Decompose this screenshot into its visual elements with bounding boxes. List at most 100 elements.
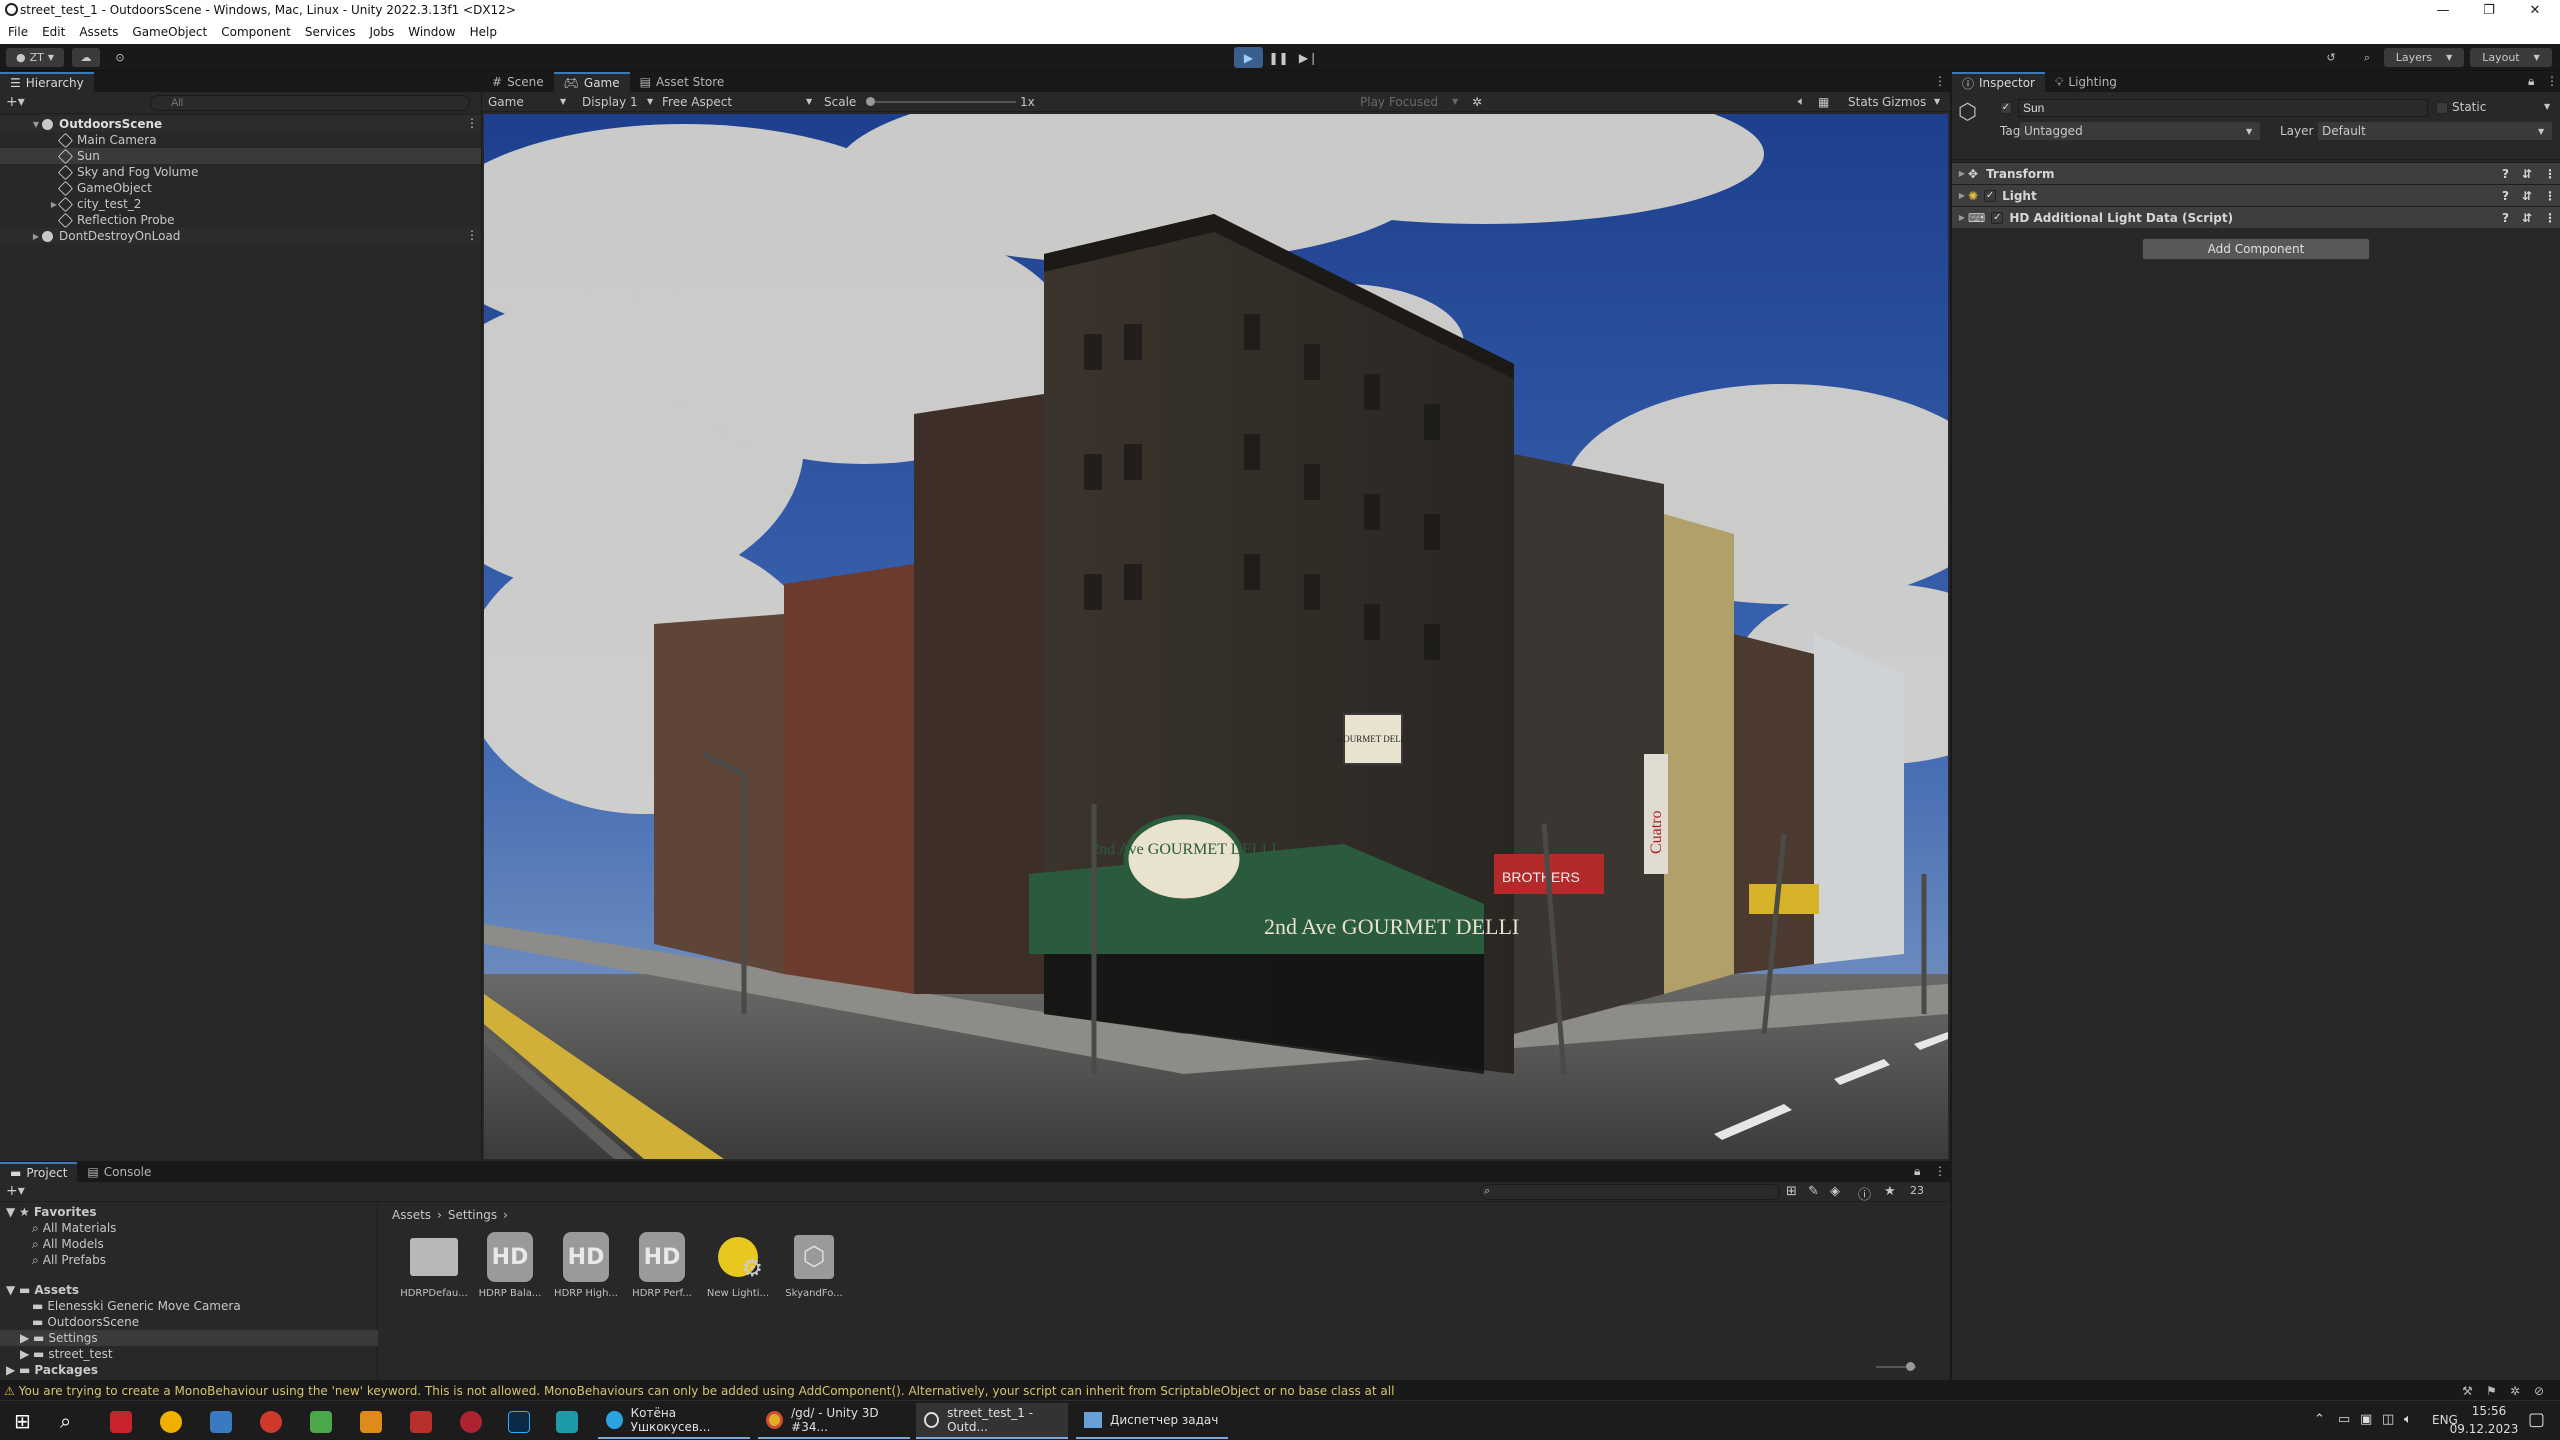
menu-help[interactable]: Help bbox=[470, 25, 497, 39]
aimp-icon[interactable] bbox=[160, 1411, 182, 1433]
icon-size-handle[interactable] bbox=[1906, 1362, 1915, 1371]
tray-network-icon[interactable]: ▭ bbox=[2338, 1412, 2350, 1427]
restore-icon[interactable]: ❐ bbox=[2466, 0, 2512, 20]
tree-all-models[interactable]: ⌕ All Models bbox=[32, 1236, 104, 1252]
vlc-icon[interactable] bbox=[360, 1411, 382, 1433]
app-s-icon[interactable] bbox=[260, 1411, 282, 1433]
script-enabled-checkbox[interactable]: ✓ bbox=[1991, 211, 2004, 224]
hierarchy-item-sun[interactable]: Sun bbox=[0, 148, 481, 164]
help-icon[interactable]: ? bbox=[2502, 211, 2509, 225]
expand-arrow-icon[interactable]: ▶ bbox=[1956, 169, 1968, 178]
more-icon[interactable]: ⋮ bbox=[2546, 74, 2558, 88]
active-checkbox[interactable]: ✓ bbox=[2000, 102, 2012, 114]
tree-assets[interactable]: ▼ ▬ Assets bbox=[6, 1282, 79, 1298]
search-icon[interactable]: ⌕ bbox=[60, 1409, 71, 1433]
expand-arrow-icon[interactable]: ▶ bbox=[1956, 213, 1968, 222]
play-mode-dropdown[interactable]: Play Focused bbox=[1360, 95, 1438, 109]
view-mode-dropdown[interactable]: Game bbox=[488, 95, 524, 109]
light-enabled-checkbox[interactable]: ✓ bbox=[1984, 189, 1997, 202]
menu-jobs[interactable]: Jobs bbox=[370, 25, 395, 39]
menu-window[interactable]: Window bbox=[408, 25, 455, 39]
component-hd-light-data[interactable]: ▶ ⌨︎ ✓ HD Additional Light Data (Script)… bbox=[1952, 206, 2560, 228]
asset-item[interactable]: ⚙ New Lighti... bbox=[702, 1232, 774, 1299]
hierarchy-item-sky-fog[interactable]: Sky and Fog Volume bbox=[57, 164, 198, 180]
tree-street-test[interactable]: ▶ ▬ street_test bbox=[20, 1346, 113, 1362]
tab-scene[interactable]: # Scene bbox=[482, 72, 554, 92]
notification-icon[interactable]: ⊘ bbox=[2534, 1384, 2544, 1398]
menu-gameobject[interactable]: GameObject bbox=[132, 25, 207, 39]
taskbar-task-manager[interactable]: Диспетчер задач bbox=[1076, 1403, 1228, 1439]
filter-type-icon[interactable]: ⊞ bbox=[1786, 1184, 1797, 1199]
account-dropdown[interactable]: ● ZT ▼ bbox=[6, 48, 64, 67]
pause-button[interactable]: ❚❚ bbox=[1264, 47, 1293, 68]
debug-icon[interactable]: ✲ bbox=[2510, 1384, 2520, 1398]
warning-filter-icon[interactable]: ⓘ bbox=[1858, 1184, 1871, 1203]
menu-edit[interactable]: Edit bbox=[42, 25, 65, 39]
preset-icon[interactable]: ⇵ bbox=[2522, 189, 2532, 203]
tab-asset-store[interactable]: ▤ Asset Store bbox=[630, 72, 735, 92]
grid-icon[interactable]: ▦ bbox=[1818, 95, 1829, 109]
component-transform[interactable]: ▶ ✥ Transform ? ⇵ ⋮ bbox=[1952, 162, 2560, 184]
component-light[interactable]: ▶ ✺ ✓ Light ? ⇵ ⋮ bbox=[1952, 184, 2560, 206]
tray-display-icon[interactable]: ◫ bbox=[2382, 1412, 2394, 1427]
tab-hierarchy[interactable]: ☰ Hierarchy bbox=[0, 72, 94, 92]
add-component-button[interactable]: Add Component bbox=[2142, 238, 2370, 260]
stats-button[interactable]: Stats bbox=[1848, 95, 1879, 109]
asset-item[interactable]: ⬡ SkyandFo... bbox=[778, 1232, 850, 1299]
collab-button[interactable]: ⊙ bbox=[108, 48, 132, 67]
scale-slider-handle[interactable] bbox=[866, 97, 875, 106]
more-icon[interactable]: ⋮ bbox=[2544, 189, 2556, 203]
tab-console[interactable]: ▤ Console bbox=[77, 1162, 161, 1182]
lock-icon[interactable]: 🔒︎ bbox=[2528, 74, 2534, 89]
taskbar-unity[interactable]: street_test_1 - Outd... bbox=[916, 1403, 1068, 1439]
tree-settings[interactable]: ▶ ▬ Settings bbox=[0, 1330, 378, 1346]
tab-lighting[interactable]: 💡︎ Lighting bbox=[2045, 72, 2127, 92]
status-bar[interactable]: ⚠ You are trying to create a MonoBehavio… bbox=[0, 1381, 2560, 1400]
layout-dropdown[interactable]: Layout ▼ bbox=[2470, 48, 2552, 67]
hierarchy-item-city-test[interactable]: ▶ city_test_2 bbox=[48, 196, 141, 212]
photoshop-icon[interactable] bbox=[508, 1411, 530, 1433]
expand-arrow-icon[interactable]: ▶ bbox=[1956, 191, 1968, 200]
hierarchy-dontdestroy-row[interactable]: ▶ DontDestroyOnLoad ⋮ bbox=[0, 228, 481, 244]
breadcrumb-assets[interactable]: Assets bbox=[392, 1208, 431, 1222]
more-icon[interactable]: ⋮ bbox=[466, 228, 478, 242]
asset-item[interactable]: HD HDRP High... bbox=[550, 1232, 622, 1299]
tray-app-icon[interactable]: ▣ bbox=[2360, 1412, 2372, 1427]
bug-icon[interactable]: ✲ bbox=[1472, 95, 1482, 109]
tree-elenesski[interactable]: ▬ Elenesski Generic Move Camera bbox=[32, 1298, 241, 1314]
icon-size-slider[interactable] bbox=[1876, 1362, 1916, 1371]
static-checkbox[interactable] bbox=[2436, 102, 2448, 114]
network-icon[interactable]: ⚑ bbox=[2486, 1384, 2497, 1398]
aspect-dropdown[interactable]: Free Aspect bbox=[662, 95, 732, 109]
asset-item[interactable]: HD HDRP Bala... bbox=[474, 1232, 546, 1299]
cloud-button[interactable]: ☁ bbox=[72, 48, 100, 67]
chevron-down-icon[interactable]: ▼ bbox=[2544, 102, 2550, 111]
close-icon[interactable]: ✕ bbox=[2512, 0, 2558, 20]
preset-icon[interactable]: ⇵ bbox=[2522, 167, 2532, 181]
clock-time[interactable]: 15:56 bbox=[2464, 1404, 2514, 1418]
lock-icon[interactable]: 🔒︎ bbox=[1914, 1164, 1920, 1179]
menu-assets[interactable]: Assets bbox=[79, 25, 118, 39]
preset-icon[interactable]: ⇵ bbox=[2522, 211, 2532, 225]
hierarchy-item-main-camera[interactable]: Main Camera bbox=[57, 132, 157, 148]
game-viewport[interactable]: 2nd Ave GOURMET DELLI 2nd Ave GOURMET DE… bbox=[484, 114, 1948, 1159]
add-icon[interactable]: +▾ bbox=[6, 94, 25, 110]
more-icon[interactable]: ⋮ bbox=[2544, 211, 2556, 225]
windows-start-icon[interactable]: ⊞ bbox=[14, 1409, 31, 1433]
scale-slider[interactable] bbox=[866, 97, 1016, 106]
asset-item[interactable]: HD HDRP Perf... bbox=[626, 1232, 698, 1299]
hierarchy-item-reflection-probe[interactable]: Reflection Probe bbox=[57, 212, 175, 228]
star-icon[interactable]: ★ bbox=[1884, 1184, 1896, 1199]
more-icon[interactable]: ⋮ bbox=[2544, 167, 2556, 181]
layers-dropdown[interactable]: Layers ▼ bbox=[2384, 48, 2464, 67]
taskbar-telegram[interactable]: Котёна Ушкокусев... bbox=[598, 1403, 750, 1439]
add-icon[interactable]: +▾ bbox=[6, 1183, 25, 1199]
image-viewer-icon[interactable] bbox=[210, 1411, 232, 1433]
hierarchy-search-input[interactable] bbox=[150, 95, 470, 111]
play-button[interactable]: ▶ bbox=[1234, 47, 1263, 68]
more-icon[interactable]: ⋮ bbox=[466, 116, 478, 130]
hierarchy-scene-row[interactable]: ▼ OutdoorsScene ⋮ bbox=[0, 116, 481, 132]
audio-icon[interactable]: 🔈︎ bbox=[1798, 94, 1805, 109]
help-icon[interactable]: ? bbox=[2502, 167, 2509, 181]
taskbar-chrome[interactable]: /gd/ - Unity 3D #34... bbox=[758, 1403, 910, 1439]
